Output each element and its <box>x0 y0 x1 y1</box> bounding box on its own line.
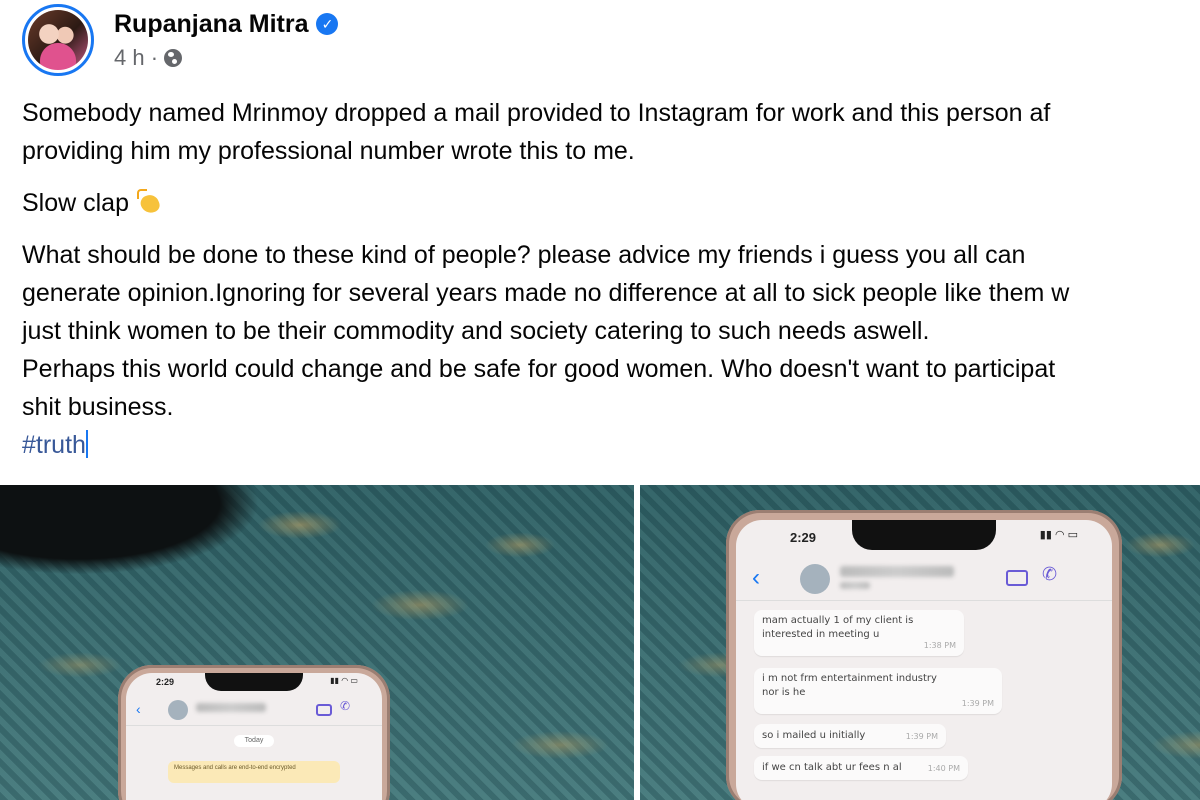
author-avatar[interactable] <box>22 4 94 76</box>
contact-name-blurred <box>196 703 266 712</box>
post-time-row: 4 h · <box>114 45 338 71</box>
date-pill: Today <box>234 735 274 747</box>
avatar-image <box>28 10 88 70</box>
author-row: Rupanjana Mitra ✓ <box>114 10 339 39</box>
contact-name-blurred <box>840 566 954 577</box>
status-icons: ▮▮ ◠ ▭ <box>330 676 358 685</box>
message-text: nor is he <box>762 687 806 698</box>
chat-header: ‹ ✆ <box>126 695 382 726</box>
chat-header: ‹ ✆ <box>736 558 1112 601</box>
status-time: 2:29 <box>790 530 817 545</box>
text-line: shit business. <box>22 393 174 421</box>
message-text: i m not frm entertainment industry <box>762 673 937 684</box>
phone: 2:29 ▮▮ ◠ ▭ ‹ ✆ Today Messages and calls… <box>118 665 390 800</box>
contact-status-blurred <box>840 582 870 589</box>
back-icon: ‹ <box>136 701 141 717</box>
back-icon: ‹ <box>752 564 760 591</box>
phone-screen: 2:29 ▮▮ ◠ ▭ ‹ ✆ Today Messages and calls… <box>126 673 382 800</box>
paragraph-2: Slow clap <box>22 184 1200 222</box>
phone-call-icon: ✆ <box>1042 564 1058 584</box>
photo-right[interactable]: 2:29 ▮▮ ◠ ▭ ‹ ✆ mam actually 1 of my cli… <box>640 485 1200 800</box>
post-body: Somebody named Mrinmoy dropped a mail pr… <box>22 94 1200 464</box>
globe-icon[interactable] <box>164 48 183 67</box>
text-line: What should be done to these kind of peo… <box>22 241 1026 269</box>
text-cursor <box>85 430 88 458</box>
text-line: providing him my professional number wro… <box>22 137 635 165</box>
photo-left[interactable]: 2:29 ▮▮ ◠ ▭ ‹ ✆ Today Messages and calls… <box>0 485 634 800</box>
phone-notch <box>205 673 303 691</box>
text-line: generate opinion.Ignoring for several ye… <box>22 279 1070 307</box>
phone: 2:29 ▮▮ ◠ ▭ ‹ ✆ mam actually 1 of my cli… <box>726 510 1122 800</box>
text-line: Somebody named Mrinmoy dropped a mail pr… <box>22 99 1051 127</box>
message-bubble[interactable]: so i mailed u initially 1:39 PM <box>754 724 946 748</box>
message-time: 1:39 PM <box>961 699 994 708</box>
hashtag-link[interactable]: #truth <box>22 431 86 459</box>
message-text: so i mailed u initially <box>762 730 866 741</box>
message-text: mam actually 1 of my client is <box>762 615 914 626</box>
text-line: Perhaps this world could change and be s… <box>22 355 1056 383</box>
author-name[interactable]: Rupanjana Mitra <box>114 10 308 39</box>
phone-call-icon: ✆ <box>340 699 351 713</box>
message-bubble[interactable]: mam actually 1 of my client is intereste… <box>754 610 964 656</box>
phone-screen: 2:29 ▮▮ ◠ ▭ ‹ ✆ mam actually 1 of my cli… <box>736 520 1112 800</box>
message-time: 1:40 PM <box>927 764 960 773</box>
encryption-notice: Messages and calls are end-to-end encryp… <box>168 761 340 783</box>
phone-notch <box>852 520 996 550</box>
message-bubble[interactable]: if we cn talk abt ur fees n al 1:40 PM <box>754 756 968 780</box>
paragraph-3: What should be done to these kind of peo… <box>22 236 1200 464</box>
message-bubble[interactable]: i m not frm entertainment industry nor i… <box>754 668 1002 714</box>
post-meta: Rupanjana Mitra ✓ 4 h · <box>114 10 339 71</box>
clapping-hands-emoji-icon <box>137 189 163 215</box>
photo-shadow <box>0 485 260 575</box>
status-time: 2:29 <box>156 677 175 687</box>
photo-grid: 2:29 ▮▮ ◠ ▭ ‹ ✆ Today Messages and calls… <box>0 485 1200 800</box>
message-text: if we cn talk abt ur fees n al <box>762 762 902 773</box>
message-time: 1:39 PM <box>905 732 938 741</box>
video-call-icon <box>1006 570 1028 586</box>
status-icons: ▮▮ ◠ ▭ <box>1039 529 1078 541</box>
contact-avatar <box>168 700 188 720</box>
post-header: Rupanjana Mitra ✓ 4 h · <box>22 4 339 76</box>
video-call-icon <box>316 704 332 716</box>
contact-avatar <box>800 564 830 594</box>
post-timestamp[interactable]: 4 h · <box>114 45 158 71</box>
verified-badge-icon: ✓ <box>316 13 339 35</box>
paragraph-1: Somebody named Mrinmoy dropped a mail pr… <box>22 94 1200 170</box>
text-line: Slow clap <box>22 189 129 217</box>
text-line: just think women to be their commodity a… <box>22 317 930 345</box>
message-time: 1:38 PM <box>923 641 956 650</box>
